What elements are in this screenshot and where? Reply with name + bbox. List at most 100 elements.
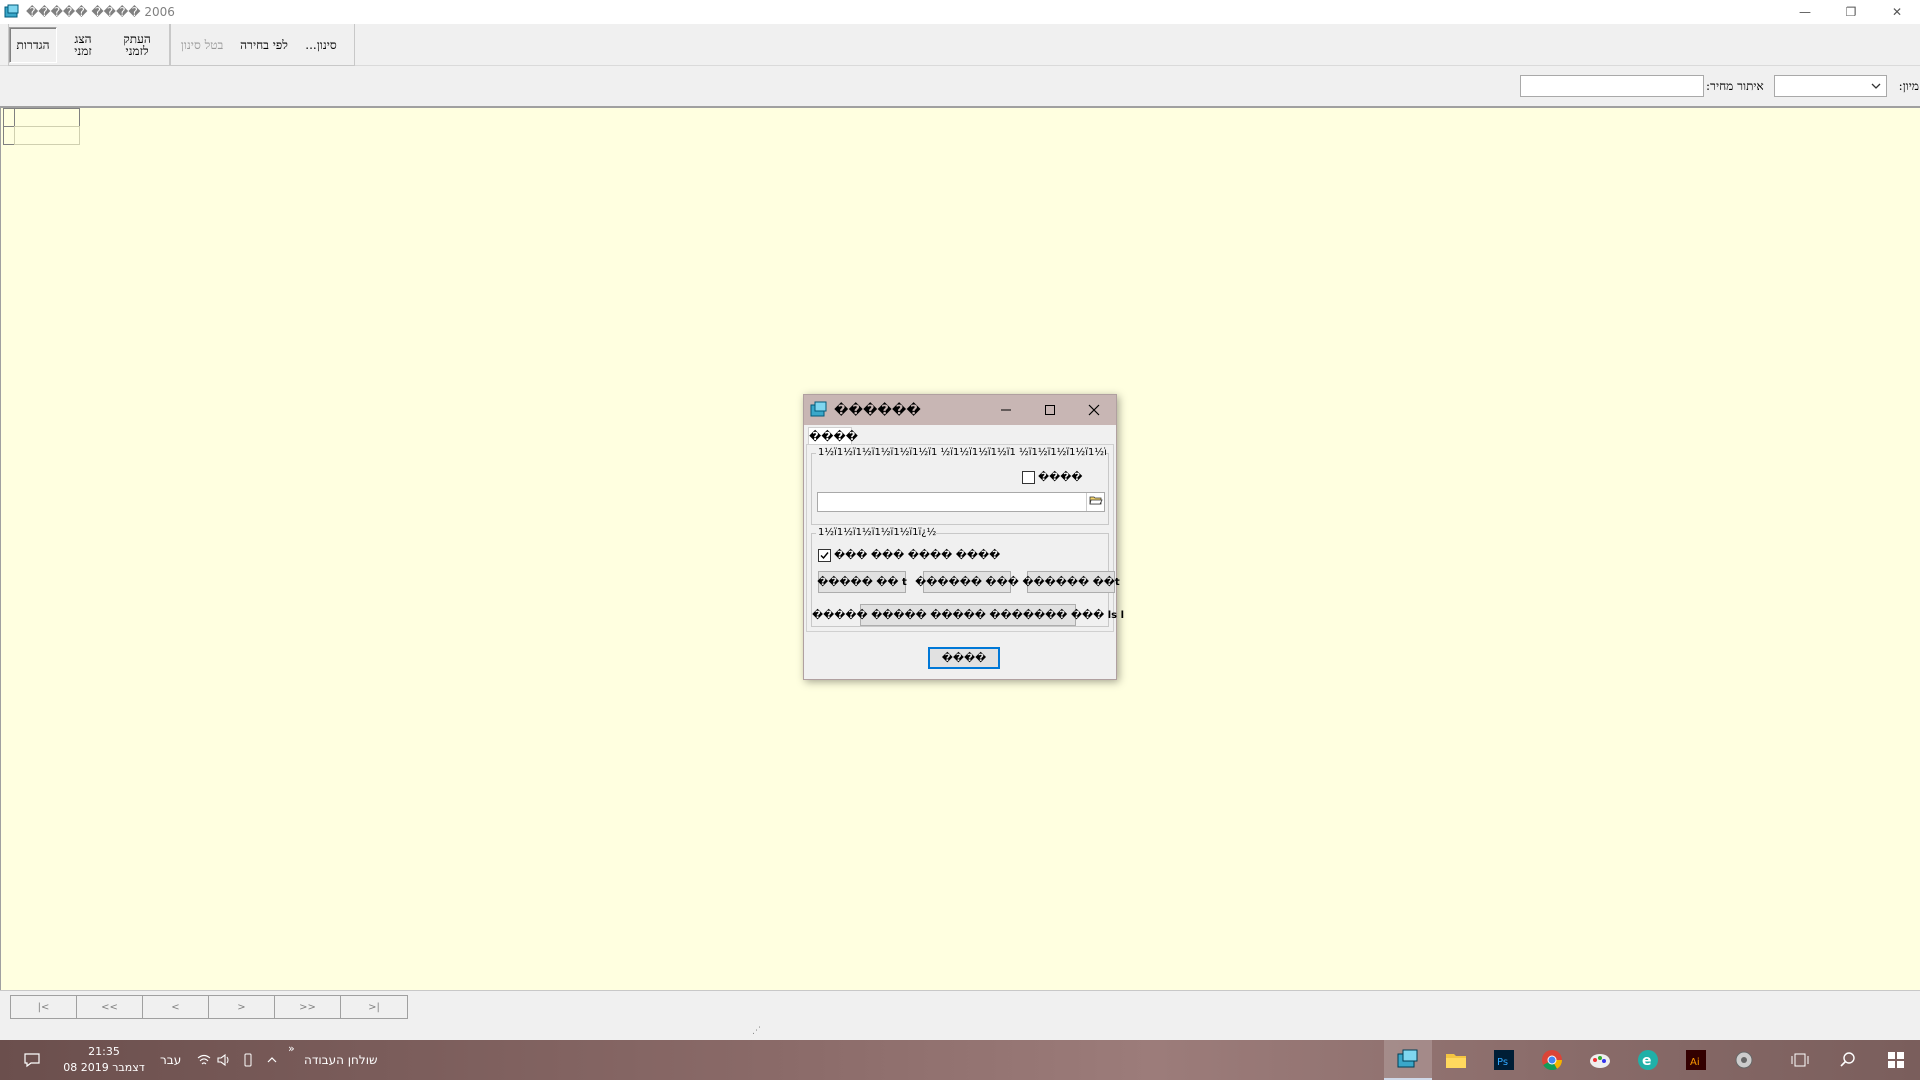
chevron-up-icon: [267, 1057, 277, 1063]
dialog-tab[interactable]: ����: [808, 427, 858, 445]
settings-app-icon: [1735, 1051, 1753, 1069]
taskbar-edge[interactable]: e: [1624, 1040, 1672, 1080]
show-hidden-icons-button[interactable]: [262, 1040, 282, 1080]
window-title: ����� ���� 2006: [26, 5, 175, 19]
dialog-button-1[interactable]: ����� �� t: [817, 571, 907, 593]
dialog-close-button[interactable]: [1072, 395, 1116, 425]
ok-button[interactable]: ����: [928, 647, 1000, 669]
volume-icon: [217, 1053, 229, 1067]
taskbar-clock[interactable]: 21:35 08 דצמבר 2019: [62, 1044, 146, 1076]
chrome-icon: [1542, 1050, 1563, 1071]
settings-button[interactable]: הגדרות: [9, 26, 57, 63]
cancel-filter-button[interactable]: בטל סינון: [171, 39, 233, 51]
first-record-button[interactable]: |<: [11, 996, 77, 1018]
dialog-group-1: 1½ï1½ï1½ï1½ï1½ï1½ï1 ½ï1½ï1½ï1½ï1 ½ï1½ï1½…: [811, 447, 1109, 525]
usb-tray-icon[interactable]: [238, 1040, 258, 1080]
window-controls: — ❐ ✕: [1782, 0, 1920, 24]
close-button[interactable]: ✕: [1874, 0, 1920, 24]
dialog-controls: [984, 395, 1116, 425]
dialog-button-2[interactable]: ������ ���: [915, 571, 1019, 593]
price-search-input[interactable]: [1520, 75, 1704, 97]
path-input[interactable]: [817, 492, 1105, 512]
record-navigation-bar: |< << < > >> >|: [0, 990, 1920, 1022]
edge-icon: e: [1638, 1050, 1658, 1070]
clock-date: 08 דצמבר 2019: [63, 1061, 145, 1074]
notifications-button[interactable]: [12, 1040, 52, 1080]
window-titlebar: ����� ���� 2006 — ❐ ✕: [0, 0, 1920, 24]
task-view-button[interactable]: [1780, 1040, 1820, 1080]
maximize-icon: [1045, 405, 1055, 415]
dialog-minimize-button[interactable]: [984, 395, 1028, 425]
start-button[interactable]: [1872, 1040, 1920, 1080]
folder-open-icon: [1088, 496, 1103, 505]
taskbar: 21:35 08 דצמבר 2019 עבר « שולחן העבודה P…: [0, 1040, 1920, 1080]
copy-temp-line1: העתק: [123, 31, 151, 46]
dialog-app-icon: [810, 401, 827, 417]
taskbar-file-explorer[interactable]: [1432, 1040, 1480, 1080]
copy-temp-line2: לזמני: [125, 43, 149, 58]
svg-text:e: e: [1642, 1053, 1652, 1069]
minimize-button[interactable]: —: [1782, 0, 1828, 24]
restore-button[interactable]: ❐: [1828, 0, 1874, 24]
grid-corner-cell[interactable]: [3, 108, 15, 127]
dialog-maximize-button[interactable]: [1028, 395, 1072, 425]
next-record-button[interactable]: >: [209, 996, 275, 1018]
taskbar-app-main[interactable]: [1384, 1040, 1432, 1080]
toolbar-expand-chevron[interactable]: «: [288, 1042, 295, 1055]
windows-logo-icon: [1888, 1052, 1904, 1068]
filter-by-selection-button[interactable]: לפי בחירה: [233, 39, 295, 51]
taskbar-settings-app[interactable]: [1720, 1040, 1768, 1080]
group2-legend: 1½ï1½ï1½ï1½ï1½ï1ï¿½: [816, 527, 936, 538]
close-icon: [1088, 404, 1100, 416]
browse-folder-button[interactable]: [1086, 493, 1104, 511]
taskbar-chrome[interactable]: [1528, 1040, 1576, 1080]
taskbar-paint[interactable]: [1576, 1040, 1624, 1080]
last-record-button[interactable]: >|: [341, 996, 407, 1018]
dialog-button-4[interactable]: ����� ����� ����� ������� ��� ls l: [812, 604, 1124, 626]
filter-button[interactable]: סינון...: [295, 39, 347, 51]
photoshop-icon: Ps: [1494, 1050, 1514, 1070]
volume-tray-icon[interactable]: [214, 1040, 234, 1080]
toolbar-group-filter: בטל סינון לפי בחירה סינון...: [170, 24, 355, 66]
export-dialog: ������ ���� 1½ï1½ï1½ï1½ï1½ï1½ï1 ½ï1½ï1½ï…: [803, 394, 1124, 680]
toolbar-group-temp: הגדרות הצג זמני העתק לזמני: [8, 24, 170, 66]
show-temp-button[interactable]: הצג זמני: [57, 33, 109, 57]
status-bar: ⋰: [0, 1022, 1920, 1040]
checkmark-icon: [820, 552, 829, 560]
group2-checkbox[interactable]: [818, 549, 831, 562]
search-icon: [1840, 1052, 1855, 1067]
grid-new-row-cell[interactable]: [14, 126, 80, 145]
dialog-titlebar: ������: [804, 395, 1116, 425]
illustrator-icon: Ai: [1686, 1050, 1706, 1070]
taskbar-photoshop[interactable]: Ps: [1480, 1040, 1528, 1080]
group2-checkbox-label: ��� ��� ���� ����: [834, 550, 1001, 561]
prev-page-button[interactable]: <<: [77, 996, 143, 1018]
show-temp-line1: הצג: [74, 31, 92, 46]
group1-legend: 1½ï1½ï1½ï1½ï1½ï1½ï1 ½ï1½ï1½ï1½ï1 ½ï1½ï1½…: [816, 447, 1106, 458]
input-language-indicator[interactable]: עבר: [160, 1053, 181, 1067]
wifi-tray-icon[interactable]: [194, 1040, 214, 1080]
next-page-button[interactable]: >>: [275, 996, 341, 1018]
app-icon: [4, 4, 19, 18]
resize-grip-icon[interactable]: ⋰: [752, 1026, 761, 1036]
notification-icon: [24, 1053, 40, 1068]
paint-icon: [1590, 1054, 1610, 1068]
copy-temp-button[interactable]: העתק לזמני: [109, 33, 165, 57]
taskbar-illustrator[interactable]: Ai: [1672, 1040, 1720, 1080]
clock-time: 21:35: [88, 1045, 120, 1058]
group1-checkbox[interactable]: [1022, 471, 1035, 484]
dialog-button-3[interactable]: ������ ��t: [1022, 571, 1120, 593]
show-temp-line2: זמני: [74, 43, 92, 58]
chevron-down-icon: [1871, 83, 1881, 89]
search-button[interactable]: [1828, 1040, 1868, 1080]
prev-record-button[interactable]: <: [143, 996, 209, 1018]
toolbar: הגדרות הצג זמני העתק לזמני בטל סינון לפי…: [0, 24, 1920, 66]
dialog-title: ������: [834, 402, 921, 418]
task-view-icon: [1791, 1053, 1809, 1067]
desktop-toolbar-label[interactable]: שולחן העבודה: [304, 1053, 377, 1067]
sort-label: מיון:: [1898, 79, 1919, 93]
minimize-icon: [1001, 409, 1011, 411]
sort-select[interactable]: [1774, 75, 1887, 97]
filter-row: מיון: איתור מחיר:: [0, 67, 1920, 108]
svg-text:Ps: Ps: [1497, 1057, 1508, 1068]
